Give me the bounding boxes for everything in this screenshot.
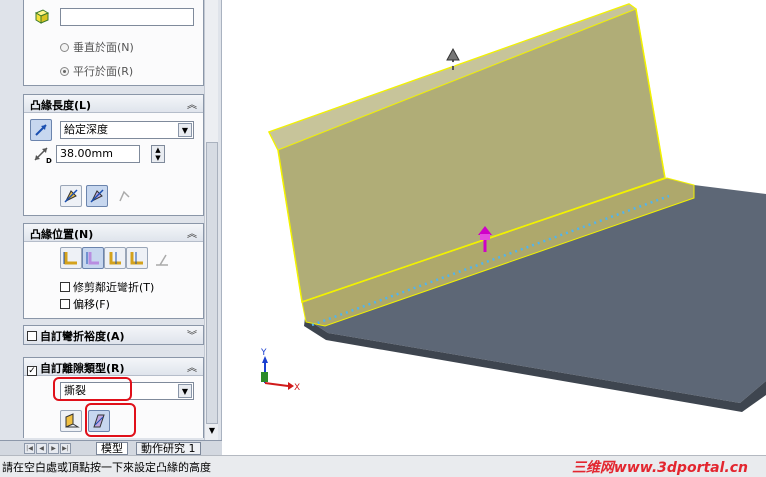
face-input[interactable] <box>60 8 194 26</box>
status-bar: 請在空白處或頂點按一下來設定凸緣的高度 三维网www.3dportal.cn <box>0 455 766 477</box>
flange-inner-virtual-sharp-button[interactable] <box>86 185 108 207</box>
tangent-to-bend-icon[interactable] <box>152 249 172 269</box>
status-text: 請在空白處或頂點按一下來設定凸緣的高度 <box>2 461 211 474</box>
custom-bend-allowance-group: 自訂彎折裕度(A) ︾ <box>23 325 204 345</box>
dropdown-arrow-icon[interactable]: ▼ <box>178 123 192 137</box>
collapse-chevron-icon[interactable]: ︽ <box>187 96 197 111</box>
tab-prev-icon[interactable]: ◀ <box>36 443 47 454</box>
axis-triad-icon: Y X <box>260 348 300 393</box>
offset-box[interactable] <box>60 299 70 309</box>
custom-bend-allowance-checkbox[interactable] <box>27 331 37 341</box>
end-condition-value: 給定深度 <box>64 123 108 136</box>
graphics-viewport[interactable]: Y X <box>222 0 766 455</box>
depth-icon: D <box>32 145 52 165</box>
scroll-down-arrow-icon[interactable]: ▼ <box>206 424 218 438</box>
trim-side-bends-label: 修剪鄰近彎折(T) <box>73 281 155 294</box>
tab-last-icon[interactable]: ▶| <box>60 443 71 454</box>
flange-length-title: 凸緣長度(L) <box>30 99 92 112</box>
property-manager: 垂直於面(N) 平行於面(R) 凸緣長度(L) ︽ 給定深度 ▼ D 38.00… <box>0 0 222 440</box>
custom-bend-allowance-title: 自訂彎折裕度(A) <box>40 330 125 343</box>
depth-input[interactable]: 38.00mm <box>56 145 140 163</box>
radio-parallel[interactable]: 平行於面(R) <box>60 63 133 79</box>
flange-position-group: 凸緣位置(N) ︽ 修剪鄰近彎折(T) 偏移(F) <box>23 223 204 319</box>
position-bend-outside-button[interactable] <box>104 247 126 269</box>
tab-first-icon[interactable]: |◀ <box>24 443 35 454</box>
position-bend-from-virtual-sharp-button[interactable] <box>126 247 148 269</box>
axis-x-label: X <box>294 383 300 393</box>
tear-relief-button[interactable] <box>60 410 82 432</box>
rip-relief-highlight <box>85 403 136 437</box>
flange-position-title: 凸緣位置(N) <box>30 228 94 241</box>
custom-relief-type-title: 自訂離隙類型(R) <box>40 362 125 375</box>
radio-perpendicular-dot <box>60 43 69 52</box>
collapse-chevron-icon[interactable]: ︽ <box>187 359 197 374</box>
flange-outer-virtual-sharp-button[interactable] <box>60 185 82 207</box>
expand-chevron-icon[interactable]: ︾ <box>187 327 197 342</box>
offset-checkbox[interactable]: 偏移(F) <box>60 296 110 312</box>
depth-spinner[interactable]: ▲ ▼ <box>151 145 165 163</box>
custom-relief-type-title-wrap: ✓ 自訂離隙類型(R) <box>27 360 125 376</box>
position-material-outside-button[interactable] <box>82 247 104 269</box>
custom-bend-allowance-header[interactable]: 自訂彎折裕度(A) ︾ <box>24 326 203 344</box>
bottom-tab-bar: |◀ ◀ ▶ ▶| 模型 動作研究 1 <box>0 440 222 455</box>
flange-length-group: 凸緣長度(L) ︽ 給定深度 ▼ D 38.00mm ▲ ▼ <box>23 94 204 216</box>
flange-parameters-group: 垂直於面(N) 平行於面(R) <box>23 0 204 86</box>
dropdown-arrow-icon[interactable]: ▼ <box>178 384 192 398</box>
watermark: 三维网www.3dportal.cn <box>571 460 748 476</box>
tab-model[interactable]: 模型 <box>96 442 128 455</box>
depth-icon-sub: D <box>46 157 52 165</box>
trim-side-bends-box[interactable] <box>60 282 70 292</box>
reverse-direction-button[interactable] <box>30 119 52 141</box>
radio-perpendicular-label: 垂直於面(N) <box>73 41 134 54</box>
radio-parallel-dot <box>60 67 69 76</box>
axis-y-label: Y <box>260 348 267 358</box>
tangent-bend-icon[interactable] <box>114 187 134 207</box>
end-condition-select[interactable]: 給定深度 ▼ <box>60 121 194 139</box>
custom-bend-allowance-title-wrap: 自訂彎折裕度(A) <box>27 328 125 344</box>
custom-relief-type-checkbox[interactable]: ✓ <box>27 366 37 376</box>
radio-perpendicular[interactable]: 垂直於面(N) <box>60 39 134 55</box>
scrollbar-thumb[interactable] <box>206 142 218 424</box>
flange-length-header[interactable]: 凸緣長度(L) ︽ <box>24 95 203 113</box>
model-canvas[interactable]: Y X <box>222 0 766 455</box>
relief-type-highlight <box>53 377 132 401</box>
tab-next-icon[interactable]: ▶ <box>48 443 59 454</box>
trim-side-bends-checkbox[interactable]: 修剪鄰近彎折(T) <box>60 279 154 295</box>
panel-scrollbar[interactable]: ▼ <box>204 0 218 440</box>
custom-relief-type-header[interactable]: ✓ 自訂離隙類型(R) ︽ <box>24 358 203 376</box>
collapse-chevron-icon[interactable]: ︽ <box>187 225 197 240</box>
radio-parallel-label: 平行於面(R) <box>73 65 134 78</box>
flange-position-header[interactable]: 凸緣位置(N) ︽ <box>24 224 203 242</box>
position-material-inside-button[interactable] <box>60 247 82 269</box>
tab-motion-study[interactable]: 動作研究 1 <box>136 442 201 455</box>
face-select-icon[interactable] <box>34 8 50 24</box>
offset-label: 偏移(F) <box>73 298 110 311</box>
